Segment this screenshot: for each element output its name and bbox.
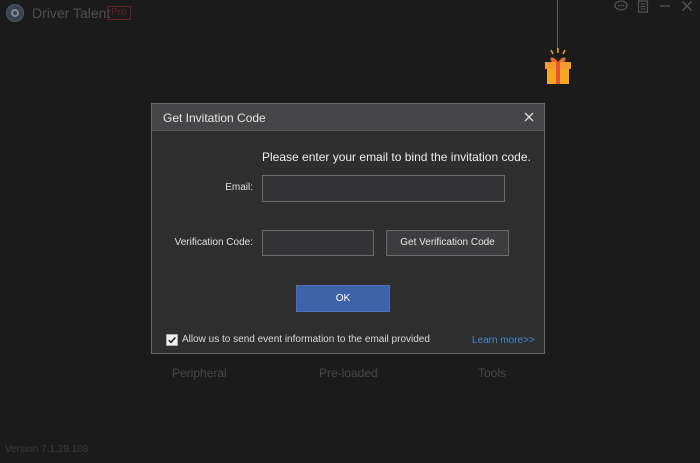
app-logo-icon bbox=[6, 4, 24, 22]
verification-code-field[interactable] bbox=[262, 230, 374, 256]
gift-icon[interactable] bbox=[542, 48, 574, 88]
ok-button[interactable]: OK bbox=[296, 285, 390, 312]
chat-icon[interactable] bbox=[612, 0, 630, 14]
dialog-title: Get Invitation Code bbox=[163, 111, 266, 125]
dialog-close-icon[interactable] bbox=[520, 108, 538, 126]
close-icon[interactable] bbox=[678, 0, 696, 14]
menu-icon[interactable] bbox=[634, 0, 652, 14]
app-window: Driver Talent Pro Peripheral Pre-loaded … bbox=[0, 0, 700, 463]
peripheral-label: Peripheral bbox=[172, 366, 227, 380]
get-verification-code-button[interactable]: Get Verification Code bbox=[386, 230, 509, 256]
consent-text: Allow us to send event information to th… bbox=[182, 334, 430, 345]
minimize-icon[interactable] bbox=[656, 0, 674, 14]
version-text: Version 7.1.29.108 bbox=[5, 444, 89, 455]
gift-string bbox=[557, 0, 558, 52]
invitation-dialog: Get Invitation Code Please enter your em… bbox=[151, 103, 545, 354]
pro-badge: Pro bbox=[107, 6, 131, 20]
app-title: Driver Talent bbox=[32, 5, 111, 21]
verification-code-label: Verification Code: bbox=[174, 237, 253, 248]
consent-checkbox[interactable] bbox=[166, 334, 178, 346]
learn-more-link[interactable]: Learn more>> bbox=[472, 335, 535, 346]
tools-label: Tools bbox=[478, 366, 507, 380]
pre-loaded-label: Pre-loaded bbox=[319, 366, 378, 380]
dialog-instruction: Please enter your email to bind the invi… bbox=[262, 150, 531, 164]
email-label: Email: bbox=[225, 182, 253, 193]
email-field[interactable] bbox=[262, 175, 505, 202]
dialog-header: Get Invitation Code bbox=[152, 104, 544, 131]
